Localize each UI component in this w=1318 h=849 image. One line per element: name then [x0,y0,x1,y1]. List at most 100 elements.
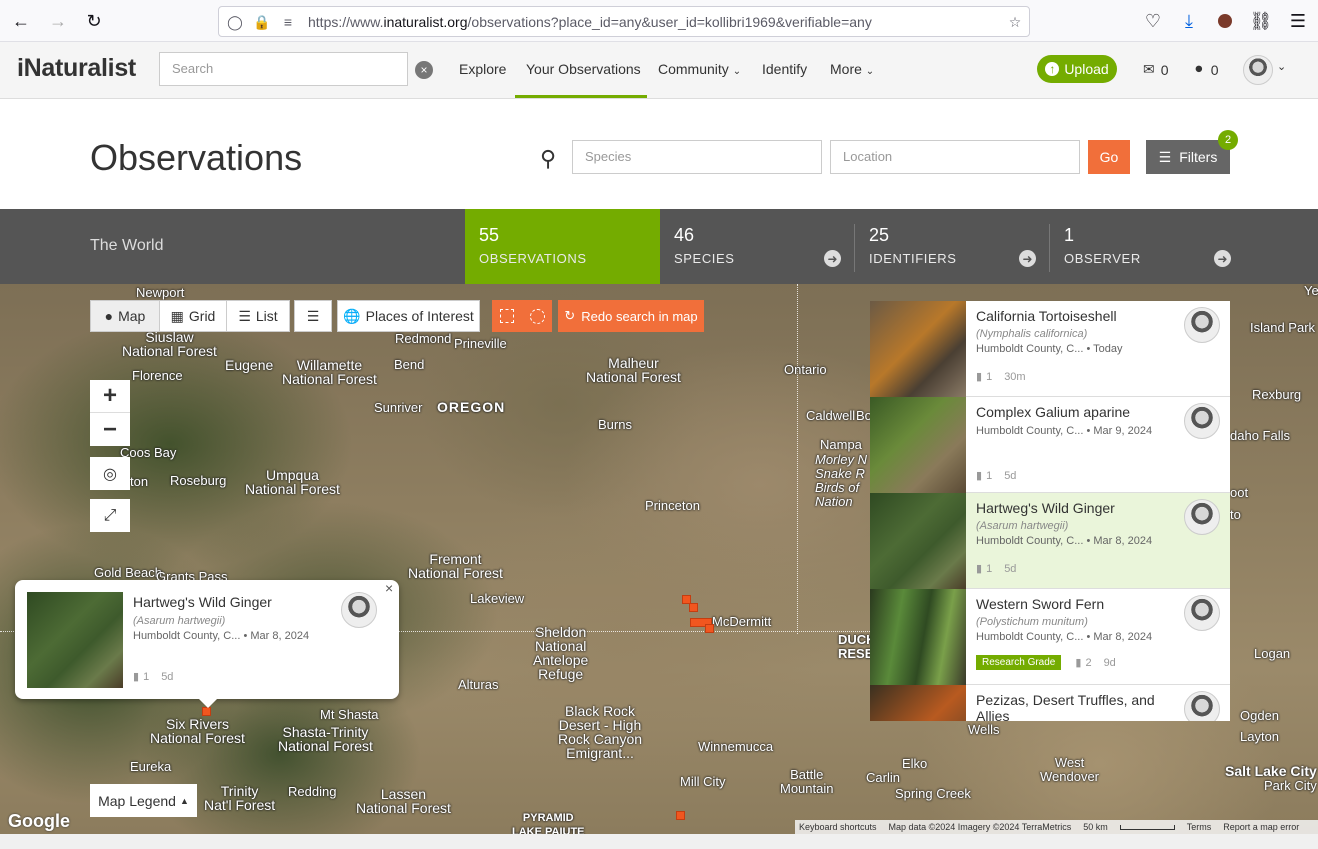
popup-meta: Humboldt County, C... • Mar 8, 2024 [133,630,333,642]
go-button[interactable]: Go [1088,140,1130,174]
list-item[interactable]: California Tortoiseshell (Nymphalis cali… [870,301,1230,397]
list-item-name[interactable]: Pezizas, Desert Truffles, and Allies [976,692,1181,721]
shield-icon[interactable]: ◯ [226,13,244,31]
popup-name[interactable]: Hartweg's Wild Ginger [133,594,333,610]
places-of-interest-button[interactable]: 🌐 Places of Interest [337,300,480,332]
observation-photo[interactable] [27,592,123,688]
stat-observations[interactable]: 55 OBSERVATIONS [465,209,660,284]
list-item[interactable]: Complex Galium aparine Humboldt County, … [870,397,1230,493]
research-grade-badge: Research Grade [976,655,1062,670]
species-input[interactable]: Species [572,140,822,174]
permissions-icon[interactable]: ≡ [279,13,297,31]
grid-view-button[interactable]: ▦ Grid [159,300,227,332]
observation-popup[interactable]: Hartweg's Wild Ginger (Asarum hartwegii)… [15,580,399,699]
clear-search-icon[interactable]: × [415,61,433,79]
filters-button[interactable]: ☰ Filters [1146,140,1230,174]
keyboard-shortcuts-link[interactable]: Keyboard shortcuts [799,822,877,832]
observer-avatar[interactable] [1184,691,1220,721]
redo-search-button[interactable]: ↻ Redo search in map [558,300,704,332]
map-view-label: Map [118,308,146,324]
location-input[interactable]: Location [830,140,1080,174]
close-icon[interactable]: × [385,580,393,596]
terms-link[interactable]: Terms [1187,822,1212,832]
profile-icon[interactable] [1212,8,1238,34]
observer-avatar[interactable] [1184,307,1220,343]
observation-photo[interactable] [870,589,966,685]
list-item-name[interactable]: Complex Galium aparine [976,404,1181,420]
draw-rectangle-button[interactable] [492,300,522,332]
observation-marker[interactable] [705,624,714,633]
stat-observers[interactable]: 1 OBSERVER ➜ [1050,209,1245,284]
list-item-age: 5d [1004,562,1017,575]
inaturalist-logo[interactable]: iNaturalist [17,54,136,83]
observation-marker[interactable] [202,707,211,716]
map-legend-button[interactable]: Map Legend ▲ [90,784,197,817]
draw-circle-button[interactable] [522,300,552,332]
observer-avatar[interactable] [1184,499,1220,535]
fullscreen-button[interactable]: ⤢ [90,499,130,532]
report-map-error-link[interactable]: Report a map error [1223,822,1299,832]
map-label: OREGON [437,399,506,415]
list-item-selected[interactable]: Hartweg's Wild Ginger (Asarum hartwegii)… [870,493,1230,589]
speech-bubble-icon: ⚫ [1193,61,1205,77]
list-item[interactable]: Western Sword Fern (Polystichum munitum)… [870,589,1230,685]
stat-identifiers[interactable]: 25 IDENTIFIERS ➜ [855,209,1050,284]
map-label: Alturas [458,677,499,692]
zoom-in-button[interactable]: + [90,380,130,413]
observer-avatar[interactable] [1184,403,1220,439]
map-label: Battle Mountain [780,767,834,796]
place-name[interactable]: The World [90,237,164,255]
nav-your-observations[interactable]: Your Observations [526,61,641,77]
observation-marker[interactable] [689,603,698,612]
pocket-icon[interactable]: ♡ [1140,8,1166,34]
extensions-icon[interactable]: ⛓ [1248,8,1274,34]
arrow-right-icon: ➜ [824,250,841,267]
back-icon[interactable]: ← [8,8,34,34]
nav-explore[interactable]: Explore [459,61,506,77]
list-item-age: 9d [1103,656,1116,669]
observation-photo[interactable] [870,493,966,589]
list-item-sci: Nymphalis californica [979,328,1084,340]
map-label: Florence [132,368,183,383]
menu-icon[interactable]: ☰ [1285,8,1311,34]
map-label: Malheur National Forest [586,355,681,385]
map-label: Willamette National Forest [282,357,377,387]
reload-icon[interactable]: ↻ [81,8,107,34]
header-search-input[interactable]: Search [159,52,408,86]
map-label: Ye [1304,284,1318,298]
observation-marker[interactable] [676,811,685,820]
nav-more[interactable]: More ⌄ [830,61,874,77]
list-item-name[interactable]: Hartweg's Wild Ginger [976,500,1181,516]
list-item-name[interactable]: California Tortoiseshell [976,308,1181,324]
download-icon[interactable]: ⤓ [1176,8,1202,34]
user-avatar[interactable] [1243,55,1273,85]
list-item-place: Humboldt County, C... [976,425,1084,437]
stat-species[interactable]: 46 SPECIES ➜ [660,209,855,284]
forward-icon[interactable]: → [45,8,71,34]
map-view-button[interactable]: ● Map [90,300,160,332]
nav-community[interactable]: Community ⌄ [658,61,741,77]
layers-button[interactable]: ☰ [294,300,332,332]
notifications-button[interactable]: ⚫ 0 [1193,61,1219,78]
bookmark-star-icon[interactable]: ☆ [1006,13,1024,31]
observer-avatar[interactable] [341,592,377,628]
messages-count: 0 [1160,61,1169,78]
observation-photo[interactable] [870,397,966,493]
map-label: West Wendover [1040,755,1100,784]
observation-map[interactable]: Newport Siuslaw National Forest Florence… [0,284,1318,834]
observation-photo[interactable] [870,301,966,397]
locate-me-button[interactable]: ◎ [90,457,130,490]
observation-photo[interactable] [870,685,966,721]
list-item-name[interactable]: Western Sword Fern [976,596,1181,612]
lock-icon[interactable]: 🔒 [253,13,271,31]
url-bar[interactable]: ◯ 🔒 ≡ https://www.inaturalist.org/observ… [218,6,1030,37]
upload-button[interactable]: ↑ Upload [1037,55,1117,83]
observer-avatar[interactable] [1184,595,1220,631]
nav-identify[interactable]: Identify [762,61,807,77]
chevron-down-icon[interactable]: ⌄ [1277,60,1286,73]
list-view-button[interactable]: ☰ List [226,300,290,332]
page-title: Observations [90,137,303,178]
zoom-out-button[interactable]: − [90,413,130,446]
list-item[interactable]: Pezizas, Desert Truffles, and Allies [870,685,1230,721]
messages-button[interactable]: ✉ 0 [1143,61,1169,78]
